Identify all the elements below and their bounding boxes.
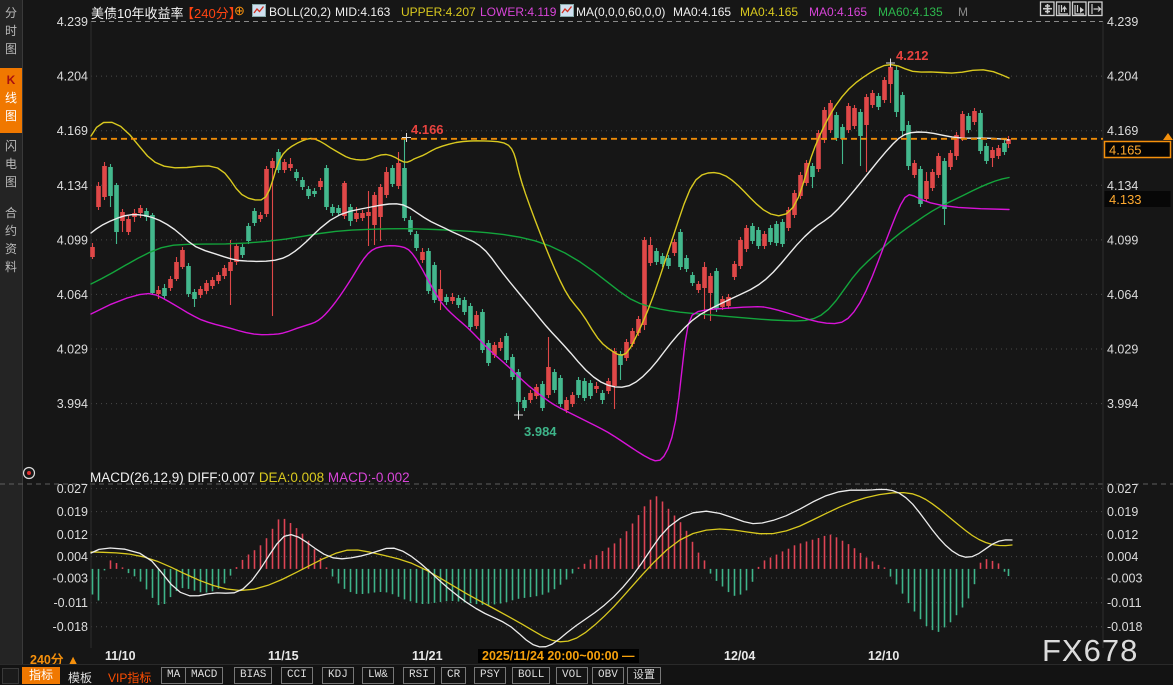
svg-text:4.064: 4.064 (1107, 288, 1138, 302)
svg-text:4.204: 4.204 (1107, 70, 1138, 84)
svg-text:-0.018: -0.018 (53, 620, 88, 634)
svg-text:-0.011: -0.011 (53, 596, 88, 610)
svg-text:-0.011: -0.011 (1107, 596, 1142, 610)
svg-text:4.169: 4.169 (57, 124, 88, 138)
svg-text:4.133: 4.133 (1109, 192, 1142, 207)
svg-text:0.012: 0.012 (57, 528, 88, 542)
svg-text:4.204: 4.204 (57, 70, 88, 84)
svg-text:4.165: 4.165 (1109, 143, 1142, 158)
svg-text:4.134: 4.134 (1107, 179, 1138, 193)
svg-text:0.027: 0.027 (57, 482, 88, 496)
svg-text:0.019: 0.019 (57, 505, 88, 519)
svg-text:0.004: 0.004 (1107, 550, 1138, 564)
svg-text:4.239: 4.239 (57, 15, 88, 29)
svg-text:0.012: 0.012 (1107, 528, 1138, 542)
svg-text:-0.003: -0.003 (53, 572, 88, 586)
svg-text:0.019: 0.019 (1107, 505, 1138, 519)
svg-text:0.027: 0.027 (1107, 482, 1138, 496)
svg-text:4.029: 4.029 (1107, 343, 1138, 357)
svg-text:4.239: 4.239 (1107, 15, 1138, 29)
svg-text:3.994: 3.994 (57, 397, 88, 411)
svg-text:4.134: 4.134 (57, 179, 88, 193)
svg-text:3.984: 3.984 (524, 424, 557, 439)
svg-text:4.169: 4.169 (1107, 124, 1138, 138)
svg-text:4.166: 4.166 (411, 122, 444, 137)
svg-text:4.212: 4.212 (896, 48, 929, 63)
svg-text:3.994: 3.994 (1107, 397, 1138, 411)
svg-text:4.029: 4.029 (57, 343, 88, 357)
svg-text:4.099: 4.099 (1107, 233, 1138, 247)
svg-text:4.064: 4.064 (57, 288, 88, 302)
svg-text:4.099: 4.099 (57, 233, 88, 247)
svg-text:0.004: 0.004 (57, 550, 88, 564)
svg-text:-0.003: -0.003 (1107, 572, 1142, 586)
